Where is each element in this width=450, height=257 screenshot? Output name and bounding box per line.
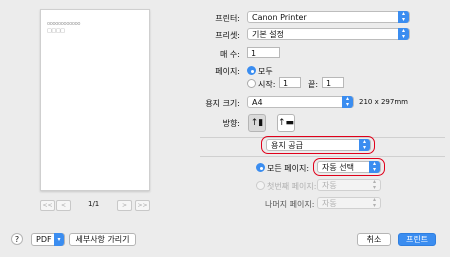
first-page-source-select[interactable]: 자동 ▴ ▾ xyxy=(317,179,381,191)
copies-field[interactable]: 1 xyxy=(247,47,280,58)
pages-all-radio[interactable] xyxy=(247,66,256,75)
chevron-updown-icon: ▴ ▾ xyxy=(359,139,370,151)
next-page-button[interactable]: > xyxy=(117,200,132,211)
preview-text-line: □□□□ xyxy=(47,28,65,34)
pdf-menu-button[interactable]: PDF ▾ xyxy=(31,233,65,246)
pages-to-label: 끝: xyxy=(308,80,319,89)
help-button[interactable]: ? xyxy=(11,233,23,245)
preset-value: 기본 설정 xyxy=(252,30,284,39)
previous-page-button[interactable]: < xyxy=(56,200,71,211)
paper-size-select[interactable]: A4 ▴ ▾ xyxy=(247,96,354,108)
portrait-orientation-button[interactable]: ↑▮ xyxy=(248,114,266,132)
all-pages-radio[interactable] xyxy=(256,163,265,172)
first-page-radio[interactable] xyxy=(256,181,265,190)
copies-label: 매 수: xyxy=(220,50,240,59)
show-details-button[interactable]: 세부사항 가리기 xyxy=(69,233,136,246)
page-indicator: 1/1 xyxy=(88,200,100,208)
chevron-down-icon: ▾ xyxy=(54,233,64,246)
all-pages-source-select[interactable]: 자동 선택 ▴ ▾ xyxy=(317,161,381,173)
first-page-button[interactable]: << xyxy=(40,200,55,211)
printer-value: Canon Printer xyxy=(252,13,307,22)
section-select[interactable]: 용지 공급 ▴ ▾ xyxy=(266,139,371,151)
paper-size-label: 용지 크기: xyxy=(205,99,240,108)
chevron-updown-icon: ▴ ▾ xyxy=(342,96,353,108)
remaining-pages-source-value: 자동 xyxy=(322,199,337,208)
paper-size-value: A4 xyxy=(252,98,263,107)
preview-text-line: oooooooooooo xyxy=(47,21,81,27)
printer-select[interactable]: Canon Printer ▴ ▾ xyxy=(247,11,410,23)
preset-select[interactable]: 기본 설정 ▴ ▾ xyxy=(247,28,410,40)
remaining-pages-source-select[interactable]: 자동 ▴ ▾ xyxy=(317,197,381,209)
portrait-icon: ↑▮ xyxy=(250,118,264,128)
pages-from-field[interactable]: 1 xyxy=(279,77,301,88)
section-value: 용지 공급 xyxy=(271,141,303,150)
pages-to-field[interactable]: 1 xyxy=(322,77,344,88)
pages-all-label: 모두 xyxy=(258,67,273,76)
orientation-label: 방향: xyxy=(222,119,240,128)
print-button[interactable]: 프린트 xyxy=(398,233,436,246)
first-page-source-value: 자동 xyxy=(322,181,337,190)
remaining-pages-label: 나머지 페이지: xyxy=(265,200,315,209)
chevron-updown-icon: ▴ ▾ xyxy=(372,178,376,191)
pdf-label: PDF xyxy=(36,235,52,244)
paper-dimensions: 210 x 297mm xyxy=(359,98,408,106)
pages-from-label: 시작: xyxy=(258,80,276,89)
landscape-orientation-button[interactable]: ↑▬ xyxy=(277,114,295,132)
first-page-label: 첫번째 페이지: xyxy=(267,182,317,191)
printer-label: 프린터: xyxy=(215,14,240,23)
page-preview: oooooooooooo □□□□ xyxy=(40,9,150,191)
chevron-updown-icon: ▴ ▾ xyxy=(369,161,380,173)
last-page-button[interactable]: >> xyxy=(135,200,150,211)
pages-label: 페이지: xyxy=(215,67,240,76)
landscape-icon: ↑▬ xyxy=(278,118,295,128)
preset-label: 프리셋: xyxy=(215,31,240,40)
cancel-button[interactable]: 취소 xyxy=(357,233,391,246)
divider xyxy=(200,156,445,157)
pages-range-radio[interactable] xyxy=(247,79,256,88)
chevron-updown-icon: ▴ ▾ xyxy=(372,196,376,209)
chevron-updown-icon: ▴ ▾ xyxy=(398,11,409,23)
all-pages-source-value: 자동 선택 xyxy=(322,163,354,172)
all-pages-label: 모든 페이지: xyxy=(267,164,310,173)
chevron-updown-icon: ▴ ▾ xyxy=(398,28,409,40)
